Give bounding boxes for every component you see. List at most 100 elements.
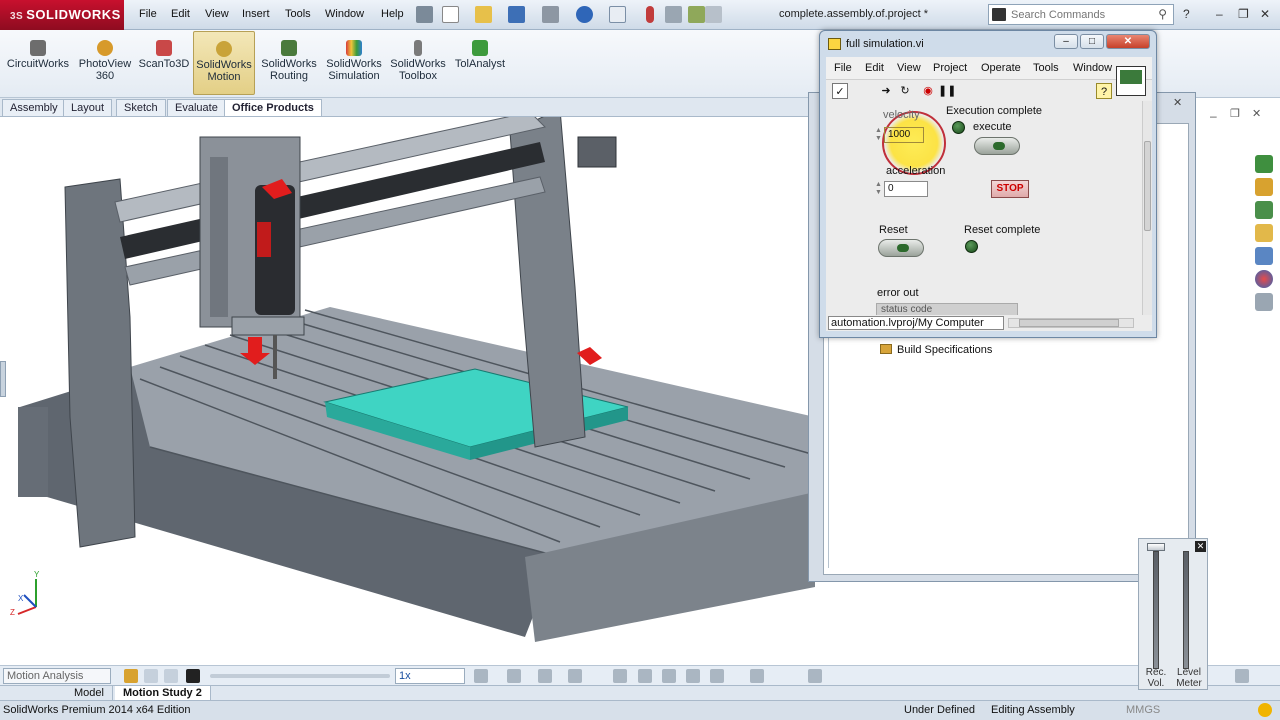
vi-menu-tools[interactable]: Tools <box>1033 62 1059 74</box>
rec-vol-thumb[interactable] <box>1147 543 1165 551</box>
playback-speed-select[interactable] <box>395 668 465 684</box>
open-folder-icon[interactable] <box>475 6 492 23</box>
tab-model[interactable]: Model <box>0 686 113 701</box>
custom-properties-icon[interactable] <box>1255 293 1273 311</box>
spring-icon[interactable] <box>638 669 652 683</box>
playback-slider[interactable] <box>210 674 390 678</box>
tab-assembly[interactable]: Assembly <box>2 99 66 116</box>
vi-connector-pane-icon[interactable] <box>1116 66 1146 96</box>
menu-window[interactable]: Window <box>325 8 364 20</box>
tree-item-build-specifications[interactable]: Build Specifications <box>880 344 992 356</box>
autokey-icon[interactable] <box>568 669 582 683</box>
photoview-button[interactable]: PhotoView 360 <box>74 40 136 82</box>
pause-icon[interactable]: ❚❚ <box>938 83 956 99</box>
solidworks-motion-button[interactable]: SolidWorks Motion <box>193 31 255 95</box>
vi-menu-operate[interactable]: Operate <box>981 62 1021 74</box>
solidworks-routing-button[interactable]: SolidWorks Routing <box>258 40 320 82</box>
file-explorer-icon[interactable] <box>1255 224 1273 242</box>
tab-sketch[interactable]: Sketch <box>116 99 166 116</box>
search-icon[interactable]: ⚲ <box>1158 7 1167 21</box>
vi-horizontal-scrollbar[interactable] <box>1008 318 1134 328</box>
tolanalyst-button[interactable]: TolAnalyst <box>450 40 510 70</box>
motion-study-properties-icon[interactable] <box>808 669 822 683</box>
menu-edit[interactable]: Edit <box>171 8 190 20</box>
vi-minimize-button[interactable]: – <box>1054 34 1078 49</box>
run-continuously-icon[interactable]: ↻ <box>897 83 913 99</box>
options-icon[interactable] <box>705 6 722 23</box>
reset-button[interactable] <box>878 239 924 257</box>
animation-wizard-icon[interactable] <box>538 669 552 683</box>
scanto3d-button[interactable]: ScanTo3D <box>138 40 190 70</box>
damper-icon[interactable] <box>662 669 676 683</box>
menu-file[interactable]: File <box>139 8 157 20</box>
acceleration-spinner[interactable]: ▲ ▼ <box>874 181 883 197</box>
stop-icon[interactable] <box>186 669 200 683</box>
pin-icon[interactable] <box>416 6 433 23</box>
circuitworks-button[interactable]: CircuitWorks <box>4 40 72 70</box>
calculate-icon[interactable] <box>124 669 138 683</box>
solidworks-logo[interactable]: 3S SOLIDWORKS <box>0 0 124 30</box>
menu-tools[interactable]: Tools <box>285 8 311 20</box>
view-palette-icon[interactable] <box>1255 247 1273 265</box>
acceleration-input[interactable]: 0 <box>884 181 928 197</box>
help-icon[interactable]: ? <box>1183 7 1190 21</box>
vi-menu-edit[interactable]: Edit <box>865 62 884 74</box>
vi-maximize-button[interactable]: □ <box>1080 34 1104 49</box>
play-from-start-icon[interactable] <box>144 669 158 683</box>
context-help-icon[interactable]: ? <box>1096 83 1112 99</box>
collapse-motion-manager-icon[interactable] <box>1235 669 1249 683</box>
tab-motion-study[interactable]: Motion Study 2 <box>115 686 211 701</box>
contact-icon[interactable] <box>710 669 724 683</box>
save-icon[interactable] <box>508 6 525 23</box>
graphics-area[interactable]: Y Z X <box>0 117 820 665</box>
menu-insert[interactable]: Insert <box>242 8 270 20</box>
restore-icon[interactable]: ❐ <box>1238 7 1249 21</box>
velocity-spinner[interactable]: ▲ ▼ <box>874 127 883 143</box>
home-icon[interactable] <box>1255 178 1273 196</box>
solidworks-toolbox-button[interactable]: SolidWorks Toolbox <box>387 40 449 82</box>
velocity-input[interactable]: 1000 <box>884 127 924 143</box>
vi-menu-window[interactable]: Window <box>1073 62 1112 74</box>
tab-evaluate[interactable]: Evaluate <box>167 99 226 116</box>
minimize-icon[interactable]: – <box>1216 7 1223 21</box>
vi-menu-file[interactable]: File <box>834 62 852 74</box>
resources-icon[interactable] <box>1255 155 1273 173</box>
playback-mode-icon[interactable] <box>474 669 488 683</box>
tab-office-products[interactable]: Office Products <box>224 99 322 116</box>
scroll-thumb[interactable] <box>1144 141 1151 231</box>
force-icon[interactable] <box>686 669 700 683</box>
mixer-close-icon[interactable]: ✕ <box>1195 541 1206 552</box>
checkmark-icon[interactable]: ✓ <box>832 83 848 99</box>
scroll-thumb[interactable] <box>1019 319 1119 327</box>
traffic-light-icon[interactable] <box>646 6 654 23</box>
close-icon[interactable]: ✕ <box>1260 7 1270 21</box>
vi-close-button[interactable]: ✕ <box>1106 34 1150 49</box>
motor-icon[interactable] <box>613 669 627 683</box>
results-plots-icon[interactable] <box>750 669 764 683</box>
project-close-icon[interactable]: ✕ <box>1173 96 1182 109</box>
vi-menu-view[interactable]: View <box>897 62 921 74</box>
appearances-icon[interactable] <box>1255 270 1273 288</box>
units-indicator[interactable]: MMGS <box>1126 704 1160 716</box>
analysis-type-select[interactable] <box>3 668 111 684</box>
select-arrow-icon[interactable] <box>609 6 626 23</box>
rebuild-icon[interactable] <box>688 6 705 23</box>
panel-collapse-handle[interactable] <box>0 361 6 397</box>
stop-button[interactable]: STOP <box>991 180 1029 198</box>
undo-icon[interactable] <box>576 6 593 23</box>
search-input[interactable] <box>1011 7 1151 22</box>
vi-title-bar[interactable]: full simulation.vi – □ ✕ <box>820 31 1156 57</box>
file-properties-icon[interactable] <box>665 6 682 23</box>
solidworks-simulation-button[interactable]: SolidWorks Simulation <box>322 40 386 82</box>
play-icon[interactable] <box>164 669 178 683</box>
design-library-icon[interactable] <box>1255 201 1273 219</box>
new-document-icon[interactable] <box>442 6 459 23</box>
menu-help[interactable]: Help <box>381 8 404 20</box>
menu-view[interactable]: View <box>205 8 229 20</box>
tab-layout[interactable]: Layout <box>63 99 113 116</box>
vi-vertical-scrollbar[interactable] <box>1142 101 1152 315</box>
close-icon[interactable]: ✕ <box>1252 107 1261 120</box>
save-animation-icon[interactable] <box>507 669 521 683</box>
execute-button[interactable] <box>974 137 1020 155</box>
search-commands-box[interactable]: ⚲ <box>988 4 1174 25</box>
